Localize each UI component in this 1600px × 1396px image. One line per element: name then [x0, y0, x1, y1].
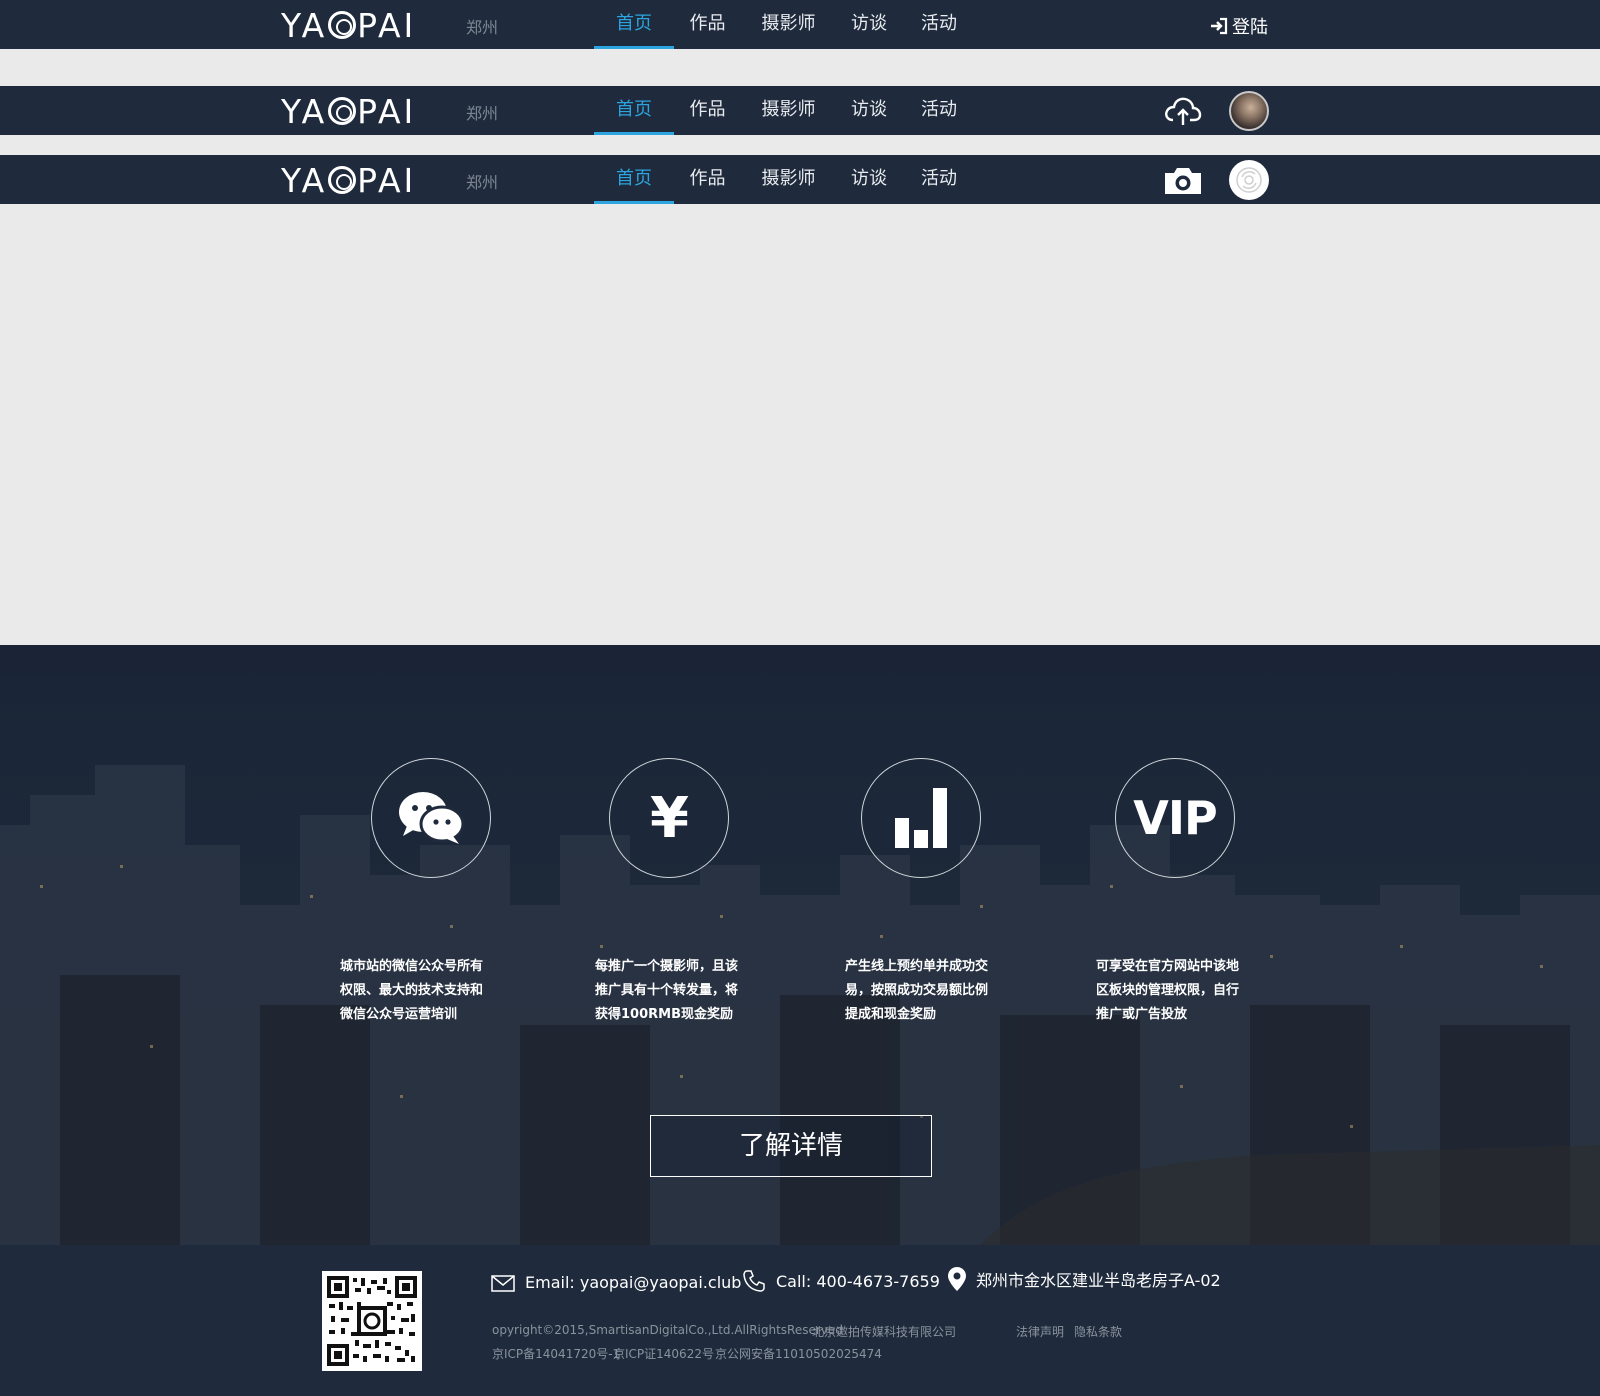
vip-icon: VIP: [1133, 791, 1217, 845]
vip-icon-circle: VIP: [1115, 758, 1235, 878]
icp-record-2: 京ICP证140622号: [613, 1347, 714, 1361]
nav-photographers[interactable]: 摄影师: [741, 86, 836, 135]
feature-commission-text: 产生线上预约单并成功交 易，按照成功交易额比例 提成和现金奖励: [845, 955, 1005, 1027]
bar-chart-icon-circle: [861, 758, 981, 878]
qr-code: [322, 1271, 422, 1371]
contact-phone[interactable]: Call: 400-4673-7659: [742, 1269, 940, 1293]
wechat-icon-circle: [371, 758, 491, 878]
text-line: 微信公众号运营培训: [340, 1007, 458, 1022]
text-line: 城市站的微信公众号所有: [340, 959, 484, 974]
text-line: 推广具有十个转发量，将: [595, 983, 739, 998]
nav-works[interactable]: 作品: [674, 86, 741, 135]
yuan-icon: ¥: [650, 785, 689, 851]
feature-commission: [861, 758, 981, 878]
yuan-icon-circle: ¥: [609, 758, 729, 878]
contact-email[interactable]: Email: yaopai@yaopai.club: [491, 1273, 741, 1292]
icp-record-1: 京ICP备14041720号-1: [492, 1347, 621, 1361]
contact-address: 郑州市金水区建业半岛老房子A-02: [948, 1267, 1221, 1291]
feature-wechat: [371, 758, 491, 878]
city-label[interactable]: 郑州: [466, 100, 498, 124]
feature-yuan: ¥: [609, 758, 729, 878]
text-line: 权限、最大的技术支持和: [340, 983, 484, 998]
feature-wechat-text: 城市站的微信公众号所有 权限、最大的技术支持和 微信公众号运营培训: [340, 955, 500, 1027]
default-avatar-icon: [1236, 167, 1262, 193]
login-label: 登陆: [1232, 17, 1268, 38]
login-icon: [1211, 17, 1228, 35]
learn-more-button[interactable]: 了解详情: [650, 1115, 932, 1177]
nav-events[interactable]: 活动: [902, 155, 976, 204]
nav-events[interactable]: 活动: [902, 86, 976, 135]
text-line: 可享受在官方网站中该地: [1096, 959, 1240, 974]
default-avatar[interactable]: [1229, 160, 1269, 200]
nav-works[interactable]: 作品: [674, 0, 741, 49]
text-line: 推广或广告投放: [1096, 1007, 1188, 1022]
company-name: 北京邀拍传媒科技有限公司: [812, 1325, 957, 1339]
main-nav: 首页 作品 摄影师 访谈 活动: [594, 0, 976, 49]
nav-home[interactable]: 首页: [594, 86, 674, 135]
nav-photographers[interactable]: 摄影师: [741, 155, 836, 204]
bar-chart-icon: [895, 788, 947, 848]
copyright: opyright©2015,SmartisanDigitalCo.,Ltd.Al…: [492, 1323, 843, 1337]
nav-interviews[interactable]: 访谈: [836, 86, 902, 135]
navbar-logged-out: YA PAI 郑州 首页 作品 摄影师 访谈 活动 登陆: [0, 0, 1600, 49]
text-line: 提成和现金奖励: [845, 1007, 937, 1022]
user-avatar[interactable]: [1229, 91, 1269, 131]
text-line: 区板块的管理权限，自行: [1096, 983, 1240, 998]
camera-icon[interactable]: [1164, 167, 1202, 195]
logo[interactable]: YA PAI: [281, 9, 416, 42]
nav-events[interactable]: 活动: [902, 0, 976, 49]
email-text: Email: yaopai@yaopai.club: [525, 1273, 742, 1292]
main-nav: 首页 作品 摄影师 访谈 活动: [594, 155, 976, 204]
nav-interviews[interactable]: 访谈: [836, 155, 902, 204]
envelope-icon: [491, 1274, 515, 1292]
text-line: 易，按照成功交易额比例: [845, 983, 989, 998]
cloud-upload-icon[interactable]: [1164, 94, 1202, 128]
main-nav: 首页 作品 摄影师 访谈 活动: [594, 86, 976, 135]
logo[interactable]: YA PAI: [281, 164, 416, 197]
city-label[interactable]: 郑州: [466, 169, 498, 193]
police-record: 京公网安备11010502025474: [715, 1347, 882, 1361]
nav-home[interactable]: 首页: [594, 155, 674, 204]
wechat-icon: [399, 792, 465, 844]
navbar-logged-in-user: YA PAI 郑州 首页 作品 摄影师 访谈 活动: [0, 155, 1600, 204]
phone-icon: [743, 1270, 765, 1292]
legal-statement-link[interactable]: 法律声明: [1016, 1323, 1064, 1340]
navbar-logged-in-photographer: YA PAI 郑州 首页 作品 摄影师 访谈 活动: [0, 86, 1600, 135]
privacy-link[interactable]: 隐私条款: [1074, 1323, 1122, 1340]
logo[interactable]: YA PAI: [281, 95, 416, 128]
text-line: 产生线上预约单并成功交: [845, 959, 989, 974]
nav-works[interactable]: 作品: [674, 155, 741, 204]
location-pin-icon: [948, 1267, 966, 1291]
phone-text: Call: 400-4673-7659: [776, 1271, 940, 1291]
login-button[interactable]: 登陆: [1210, 13, 1268, 39]
address-text: 郑州市金水区建业半岛老房子A-02: [976, 1271, 1221, 1290]
nav-interviews[interactable]: 访谈: [836, 0, 902, 49]
text-line: 获得100RMB现金奖励: [595, 1007, 733, 1022]
footer: Email: yaopai@yaopai.club Call: 400-4673…: [0, 1245, 1600, 1396]
city-partner-promo: ¥ VIP 城市站的微信公众号所有 权限、最大的技术支持和 微信公众号运营培训 …: [0, 645, 1600, 1245]
nav-home[interactable]: 首页: [594, 0, 674, 49]
feature-vip-text: 可享受在官方网站中该地 区板块的管理权限，自行 推广或广告投放: [1096, 955, 1256, 1027]
nav-photographers[interactable]: 摄影师: [741, 0, 836, 49]
city-label[interactable]: 郑州: [466, 14, 498, 38]
text-line: 每推广一个摄影师，且该: [595, 959, 739, 974]
feature-vip: VIP: [1115, 758, 1235, 878]
feature-yuan-text: 每推广一个摄影师，且该 推广具有十个转发量，将 获得100RMB现金奖励: [595, 955, 755, 1027]
